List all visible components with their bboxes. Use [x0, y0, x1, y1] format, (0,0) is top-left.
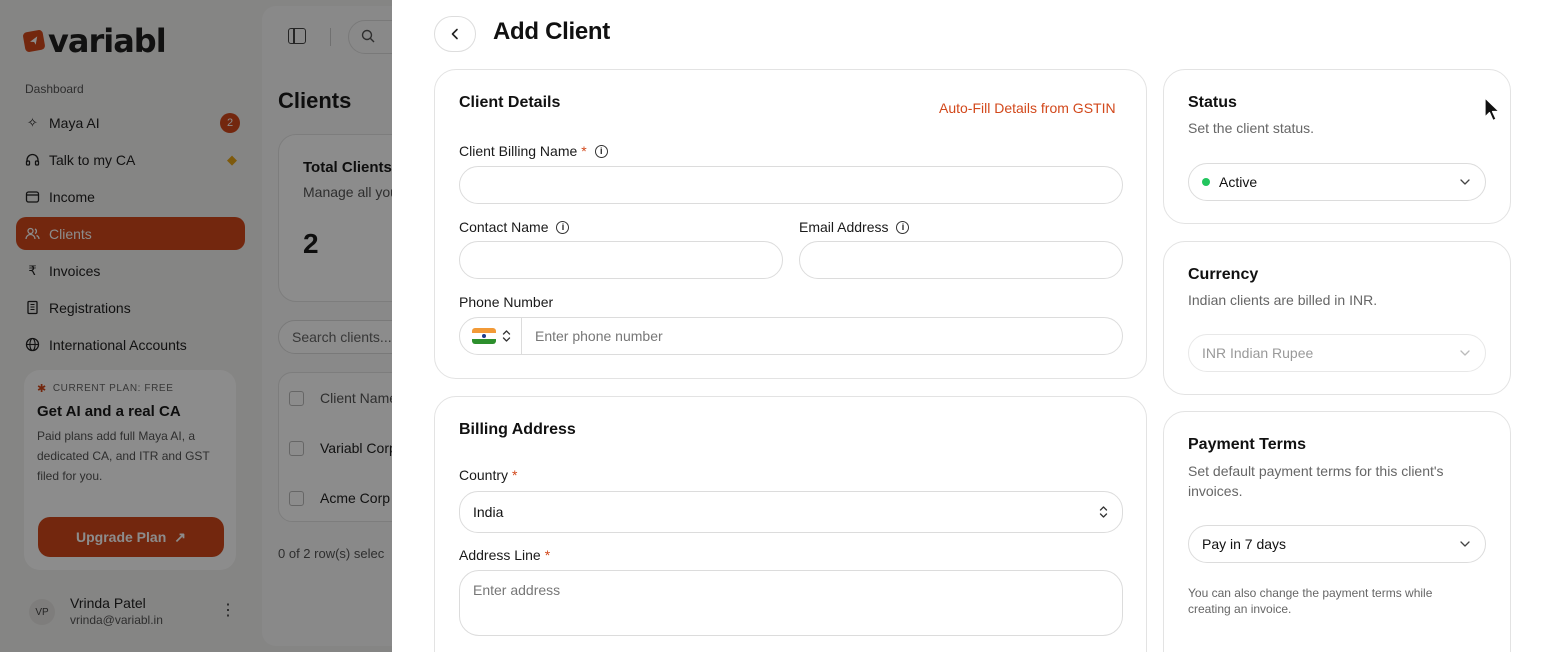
email-label: Email Address i	[799, 219, 910, 235]
sheet-title: Add Client	[493, 18, 610, 45]
phone-label: Phone Number	[459, 294, 554, 310]
billing-address-title: Billing Address	[459, 421, 576, 438]
required-marker: *	[581, 143, 587, 159]
payment-terms-title: Payment Terms	[1188, 436, 1306, 453]
info-icon[interactable]: i	[556, 220, 570, 234]
status-value: Active	[1219, 174, 1258, 190]
billing-name-label: Client Billing Name * i	[459, 143, 608, 159]
contact-name-label: Contact Name i	[459, 219, 570, 235]
address-label: Address Line *	[459, 547, 550, 563]
email-field[interactable]	[799, 241, 1123, 279]
address-placeholder: Enter address	[473, 582, 561, 598]
india-flag-icon	[472, 328, 496, 344]
address-textarea[interactable]: Enter address	[459, 570, 1123, 636]
client-details-card: Client Details Auto-Fill Details from GS…	[434, 69, 1147, 379]
info-icon[interactable]: i	[594, 144, 608, 158]
add-client-sheet: Add Client Client Details Auto-Fill Deta…	[392, 0, 1568, 652]
payment-terms-value: Pay in 7 days	[1202, 536, 1287, 552]
currency-description: Indian clients are billed in INR.	[1188, 292, 1378, 308]
email-label-text: Email Address	[799, 219, 889, 235]
country-label-text: Country	[459, 467, 509, 483]
back-button[interactable]	[434, 16, 476, 52]
payment-terms-description: Set default payment terms for this clien…	[1188, 463, 1444, 499]
currency-value: INR Indian Rupee	[1202, 345, 1314, 361]
phone-number-input[interactable]: Enter phone number	[522, 318, 1122, 354]
chevrons-up-down-icon	[1099, 506, 1108, 518]
contact-name-label-text: Contact Name	[459, 219, 549, 235]
currency-select: INR Indian Rupee	[1188, 334, 1486, 372]
status-description: Set the client status.	[1188, 120, 1315, 136]
country-value: India	[473, 504, 504, 520]
chevron-down-icon	[1460, 541, 1470, 547]
status-title: Status	[1188, 94, 1237, 111]
chevron-down-icon	[1460, 350, 1470, 356]
status-dot-icon	[1202, 178, 1210, 186]
contact-name-field[interactable]	[459, 241, 783, 279]
billing-name-label-text: Client Billing Name	[459, 143, 578, 159]
payment-terms-select[interactable]: Pay in 7 days	[1188, 525, 1486, 563]
info-icon[interactable]: i	[896, 220, 910, 234]
currency-title: Currency	[1188, 266, 1259, 283]
billing-address-card: Billing Address Country * India Address …	[434, 396, 1147, 652]
required-marker: *	[544, 547, 551, 563]
currency-card: Currency Indian clients are billed in IN…	[1163, 241, 1511, 395]
address-label-text: Address Line	[459, 547, 541, 563]
payment-terms-note: You can also change the payment terms wh…	[1188, 586, 1433, 616]
country-code-select[interactable]	[460, 318, 522, 354]
chevrons-up-down-icon	[502, 330, 511, 342]
chevron-down-icon	[1460, 179, 1470, 185]
chevron-left-icon	[451, 28, 458, 40]
country-select[interactable]: India	[459, 491, 1123, 533]
client-details-title: Client Details	[459, 94, 561, 111]
status-select[interactable]: Active	[1188, 163, 1486, 201]
mouse-cursor-icon	[1484, 97, 1500, 122]
autofill-gstin-link[interactable]: Auto-Fill Details from GSTIN	[939, 100, 1116, 116]
country-label: Country *	[459, 467, 517, 483]
phone-field: Enter phone number	[459, 317, 1123, 355]
required-marker: *	[512, 467, 518, 483]
payment-terms-card: Payment Terms Set default payment terms …	[1163, 411, 1511, 652]
status-card: Status Set the client status. Active	[1163, 69, 1511, 224]
billing-name-field[interactable]	[459, 166, 1123, 204]
